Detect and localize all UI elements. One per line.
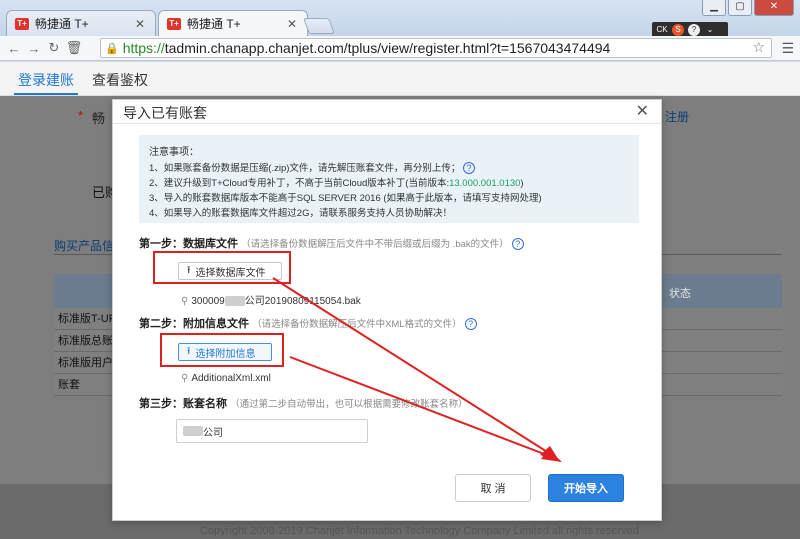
required-mark: * — [78, 108, 84, 123]
star-icon[interactable]: ☆ — [752, 39, 765, 56]
cancel-button[interactable]: 取 消 — [455, 474, 531, 502]
url-text: tadmin.chanapp.chanjet.com/tplus/view/re… — [164, 40, 611, 56]
notice-title: 注意事项： — [149, 147, 199, 158]
register-link[interactable]: 注册 — [665, 108, 689, 125]
notice-item: 3、导入的账套数据库版本不能高于SQL SERVER 2016 (如果高于此版本… — [149, 193, 542, 204]
close-icon[interactable]: ✕ — [636, 101, 649, 121]
import-account-dialog: 导入已有账套 ✕ 注意事项： 1、如果账套备份数据是压缩(.zip)文件，请先解… — [112, 99, 662, 521]
maximize-icon[interactable]: ▢ — [728, 0, 752, 16]
tab-login-create[interactable]: 登录建账 — [14, 70, 78, 95]
status-column-header: 状态 — [669, 288, 691, 300]
tplus-favicon-icon: T+ — [167, 17, 181, 30]
select-additional-info-button[interactable]: ⭱ 选择附加信息 — [178, 343, 272, 361]
browser-tab[interactable]: T+ 畅捷通 T+ ✕ — [6, 10, 156, 36]
redacted-text — [224, 296, 245, 307]
database-file-suffix: 公司20190809115054.bak — [244, 296, 361, 307]
step1-label: 第一步： — [139, 238, 183, 250]
notice-panel: 注意事项： 1、如果账套备份数据是压缩(.zip)文件，请先解压账套文件，再分别… — [139, 135, 639, 223]
url-scheme: https:// — [122, 40, 165, 56]
account-name-value: 公司 — [203, 427, 223, 439]
step2-label: 第二步： — [139, 318, 183, 330]
step1-title: 数据库文件 — [183, 238, 238, 250]
forward-icon[interactable]: → — [24, 41, 44, 56]
tab-view-auth[interactable]: 查看鉴权 — [92, 70, 148, 90]
notice-item: 2、建议升级到T+Cloud专用补丁，不高于当前Cloud版本补丁(当前版本:1… — [149, 176, 629, 191]
upload-icon: ⭱ — [187, 345, 191, 357]
top-nav: 登录建账 查看鉴权 — [0, 62, 800, 96]
ext-help-icon[interactable]: ? — [688, 24, 700, 36]
reload-icon[interactable]: ↻ — [44, 40, 64, 56]
step2-hint: （请选择备份数据解压后文件中XML格式的文件） — [252, 319, 462, 330]
notice-item: 4、如果导入的账套数据库文件超过2G，请联系服务支持人员协助解决！ — [149, 208, 452, 219]
back-icon[interactable]: ← — [4, 41, 24, 56]
attachment-icon: ⚲ — [181, 296, 189, 307]
dialog-title: 导入已有账套 — [123, 105, 207, 121]
notice-item-2-suffix: ) — [520, 178, 524, 189]
step1-row: 第一步：数据库文件 （请选择备份数据解压后文件中不带后缀或后缀为 .bak的文件… — [139, 235, 524, 251]
step2-row: 第二步：附加信息文件 （请选择备份数据解压后文件中XML格式的文件） ? — [139, 315, 477, 331]
window-controls: ▁ ▢ ✕ — [702, 0, 794, 16]
dialog-header: 导入已有账套 ✕ — [113, 100, 661, 124]
browser-toolbar: ← → ↻ 🗑 🔒 https://tadmin.chanapp.chanjet… — [0, 36, 800, 61]
upload-icon: ⭱ — [187, 264, 191, 276]
notice-item-2-text: 2、建议升级到T+Cloud专用补丁，不高于当前Cloud版本补丁(当前版本: — [149, 178, 450, 189]
menu-icon[interactable]: ☰ — [781, 40, 794, 57]
browser-tabstrip: T+ 畅捷通 T+ ✕ T+ 畅捷通 T+ ✕ CK S ? ⌄ ▁ ▢ ✕ — [0, 0, 800, 38]
tab-close-icon[interactable]: ✕ — [287, 17, 297, 31]
select-additional-info-label: 选择附加信息 — [195, 348, 256, 360]
step2-title: 附加信息文件 — [183, 318, 249, 330]
browser-tab-active[interactable]: T+ 畅捷通 T+ ✕ — [158, 10, 308, 36]
window-close-icon[interactable]: ✕ — [754, 0, 794, 16]
minimize-icon[interactable]: ▁ — [702, 0, 726, 16]
redacted-text — [183, 426, 203, 436]
account-name-input[interactable]: 公司 — [176, 419, 368, 443]
tab-title: 畅捷通 T+ — [187, 17, 241, 31]
ext-dropdown-icon[interactable]: ⌄ — [704, 24, 716, 36]
step3-label: 第三步： — [139, 398, 183, 410]
select-database-file-button[interactable]: ⭱ 选择数据库文件 — [178, 262, 282, 280]
address-bar[interactable]: 🔒 https://tadmin.chanapp.chanjet.com/tpl… — [100, 38, 772, 58]
footer-copyright: Copyright 2008-2019 Chanjet Information … — [200, 525, 639, 537]
database-file-prefix: 300009 — [191, 296, 225, 307]
ext-s-icon[interactable]: S — [672, 24, 684, 36]
step3-row: 第三步：账套名称 （通过第二步自动带出，也可以根据需要修改账套名称） — [139, 395, 468, 411]
patch-version: 13.000.001.0130 — [449, 178, 521, 189]
help-icon[interactable]: ? — [463, 162, 476, 175]
account-name-label: 畅 — [92, 111, 106, 126]
start-import-button[interactable]: 开始导入 — [548, 474, 624, 502]
additional-file-name: ⚲ AdditionalXml.xml — [181, 373, 271, 384]
step3-title: 账套名称 — [183, 398, 227, 410]
tplus-favicon-icon: T+ — [15, 17, 29, 30]
lock-icon: 🔒 — [105, 42, 119, 55]
attachment-icon: ⚲ — [181, 373, 189, 384]
ext-ck-icon[interactable]: CK — [656, 24, 668, 36]
select-database-file-label: 选择数据库文件 — [195, 267, 266, 279]
help-icon[interactable]: ? — [464, 318, 477, 331]
delete-icon[interactable]: 🗑 — [64, 40, 84, 56]
tab-close-icon[interactable]: ✕ — [135, 17, 145, 31]
notice-item-1-text: 1、如果账套备份数据是压缩(.zip)文件，请先解压账套文件，再分别上传； — [149, 163, 461, 174]
notice-item: 1、如果账套备份数据是压缩(.zip)文件，请先解压账套文件，再分别上传； ? — [149, 161, 629, 176]
step3-hint: （通过第二步自动带出，也可以根据需要修改账套名称） — [230, 399, 468, 410]
new-tab-button[interactable] — [303, 18, 335, 34]
database-file-name: ⚲ 300009 公司20190809115054.bak — [181, 292, 361, 307]
step1-hint: （请选择备份数据解压后文件中不带后缀或后缀为 .bak的文件） — [241, 239, 509, 250]
tab-title: 畅捷通 T+ — [35, 17, 89, 31]
additional-file-text: AdditionalXml.xml — [191, 373, 271, 384]
help-icon[interactable]: ? — [511, 238, 524, 251]
